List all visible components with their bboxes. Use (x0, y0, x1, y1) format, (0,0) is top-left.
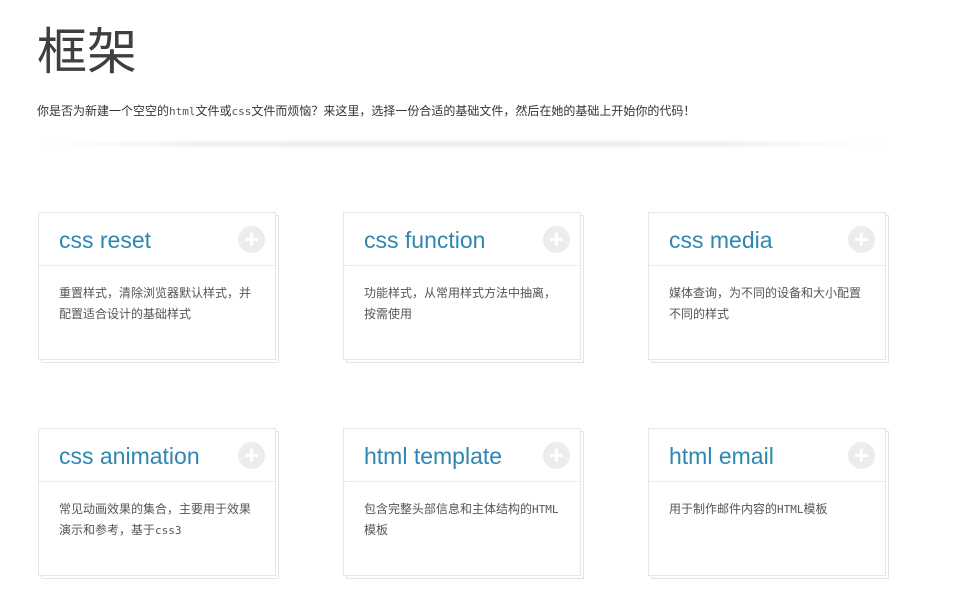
framework-card-html-template[interactable]: html template 包含完整头部信息和主体结构的HTML 模板 (343, 428, 581, 576)
card-desc-keyword: css3 (155, 524, 182, 537)
card-title[interactable]: css media (669, 227, 773, 254)
card-description: 常见动画效果的集合，主要用于效果演示和参考，基于css3 (59, 499, 259, 541)
intro-text-part: 你是否为新建一个空空的 (37, 104, 170, 118)
framework-card-html-email[interactable]: html email 用于制作邮件内容的HTML模板 (648, 428, 886, 576)
card-header: css function (344, 213, 580, 266)
framework-card-css-media[interactable]: css media 媒体查询，为不同的设备和大小配置不同的样式 (648, 212, 886, 360)
card-description: 重置样式，清除浏览器默认样式，并配置适合设计的基础样式 (59, 283, 259, 325)
card-desc-keyword: HTML (532, 503, 559, 516)
card-header: css animation (39, 429, 275, 482)
plus-circle-icon[interactable] (238, 226, 265, 253)
intro-css-keyword: css (231, 105, 252, 118)
card-desc-text: 模板 (803, 502, 828, 516)
card-desc-text: 媒体查询，为不同的设备和大小配置不同的样式 (669, 286, 862, 321)
framework-card-css-reset[interactable]: css reset 重置样式，清除浏览器默认样式，并配置适合设计的基础样式 (38, 212, 276, 360)
card-desc-keyword: HTML (777, 503, 804, 516)
card-description: 用于制作邮件内容的HTML模板 (669, 499, 869, 520)
card-title[interactable]: html template (364, 443, 502, 470)
header-divider (37, 141, 887, 147)
plus-circle-icon[interactable] (543, 226, 570, 253)
intro-html-keyword: html (169, 105, 196, 118)
plus-circle-icon[interactable] (848, 442, 875, 469)
card-header: css media (649, 213, 885, 266)
card-title[interactable]: css reset (59, 227, 151, 254)
framework-card-css-function[interactable]: css function 功能样式，从常用样式方法中抽离，按需使用 (343, 212, 581, 360)
card-title[interactable]: html email (669, 443, 774, 470)
card-desc-text: 用于制作邮件内容的 (669, 502, 778, 516)
card-title[interactable]: css function (364, 227, 485, 254)
card-desc-text: 包含完整头部信息和主体结构的 (364, 502, 533, 516)
card-header: css reset (39, 213, 275, 266)
intro-text-part: 文件而烦恼？来这里，选择一份合适的基础文件，然后在她的基础上开始你的代码！ (251, 104, 696, 118)
page-title: 框架 (37, 23, 137, 81)
card-header: html template (344, 429, 580, 482)
plus-circle-icon[interactable] (238, 442, 265, 469)
card-description: 媒体查询，为不同的设备和大小配置不同的样式 (669, 283, 869, 325)
intro-text-part: 文件或 (195, 104, 232, 118)
card-desc-text: 重置样式，清除浏览器默认样式，并配置适合设计的基础样式 (59, 286, 252, 321)
framework-card-css-animation[interactable]: css animation 常见动画效果的集合，主要用于效果演示和参考，基于cs… (38, 428, 276, 576)
card-header: html email (649, 429, 885, 482)
intro-text: 你是否为新建一个空空的html文件或css文件而烦恼？来这里，选择一份合适的基础… (37, 102, 695, 119)
card-description: 功能样式，从常用样式方法中抽离，按需使用 (364, 283, 564, 325)
plus-circle-icon[interactable] (543, 442, 570, 469)
card-desc-text: 模板 (364, 523, 389, 537)
plus-circle-icon[interactable] (848, 226, 875, 253)
card-desc-text: 功能样式，从常用样式方法中抽离，按需使用 (364, 286, 557, 321)
card-title[interactable]: css animation (59, 443, 200, 470)
card-description: 包含完整头部信息和主体结构的HTML 模板 (364, 499, 564, 541)
